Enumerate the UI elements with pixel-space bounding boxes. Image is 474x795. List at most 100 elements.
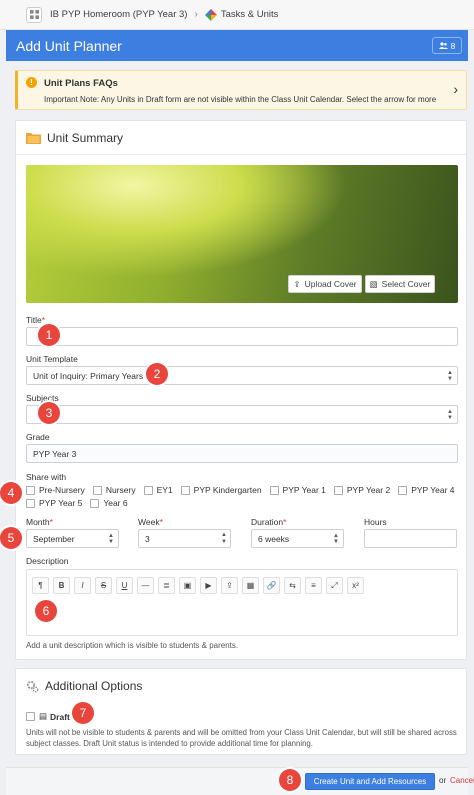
share-row-2: PYP Year 5 Year 6 (26, 498, 466, 508)
description-label: Description (26, 556, 69, 566)
unit-template-label: Unit Template (26, 354, 78, 364)
share-checkbox[interactable]: PYP Year 1 (269, 485, 326, 495)
list-icon[interactable]: ≣ (158, 577, 175, 594)
upload-icon: ⇪ (293, 278, 301, 289)
select-arrows-icon: ▲ ▼ (333, 533, 339, 545)
or-text: or (439, 776, 447, 785)
strikethrough-icon[interactable]: S (95, 577, 112, 594)
tasks-logo-icon (204, 8, 217, 21)
annotation-marker-2: 2 (146, 363, 168, 385)
share-checkbox[interactable]: EY1 (143, 485, 173, 495)
draft-icon: ▤ (39, 711, 48, 721)
table-icon[interactable]: ▦ (242, 577, 259, 594)
create-unit-button[interactable]: Create Unit and Add Resources (305, 773, 435, 790)
duration-select[interactable]: 6 weeks ▲ ▼ (251, 529, 344, 548)
share-checkbox[interactable]: PYP Year 4 (398, 485, 455, 495)
subjects-select[interactable]: ▲ ▼ (26, 405, 458, 424)
breadcrumb-section-link[interactable]: Tasks & Units (221, 9, 279, 20)
title-input[interactable] (26, 327, 458, 346)
week-label: Week* (138, 517, 163, 527)
page-title: Add Unit Planner (16, 37, 122, 54)
hours-input[interactable] (364, 529, 457, 548)
additional-options-title: Additional Options (45, 679, 143, 693)
week-stepper[interactable]: 3 ▲ ▼ (138, 529, 231, 548)
unit-template-value: Unit of Inquiry: Primary Years (33, 370, 144, 381)
users-count-button[interactable]: 8 (432, 37, 462, 54)
folder-icon (26, 132, 41, 144)
share-checkbox[interactable]: Nursery (92, 485, 136, 495)
gear-icon (26, 680, 39, 692)
upload-icon[interactable]: ⇪ (221, 577, 238, 594)
form-footer: Create Unit and Add Resources or Cancel (6, 767, 474, 795)
duration-value: 6 weeks (258, 533, 290, 544)
share-checkbox[interactable]: Year 6 (90, 498, 128, 508)
stepper-arrows-icon[interactable]: ▲ ▼ (221, 532, 227, 546)
select-cover-button[interactable]: ▧ Select Cover (365, 275, 435, 293)
annotation-marker-3: 3 (38, 402, 60, 424)
users-icon (438, 42, 448, 49)
cancel-link[interactable]: Cancel (450, 776, 474, 785)
video-icon[interactable]: ▶ (200, 577, 217, 594)
unit-summary-card: Unit Summary ⇪ Upload Cover ▧ Select Cov… (15, 120, 467, 660)
warning-icon: ! (26, 77, 37, 88)
additional-options-header: Additional Options (16, 669, 466, 703)
select-arrows-icon: ▲ ▼ (108, 533, 114, 545)
share-with-label: Share with (26, 472, 67, 482)
draft-note: Units will not be visible to students & … (26, 728, 457, 748)
paragraph-icon[interactable]: ¶ (32, 577, 49, 594)
apps-grid-icon[interactable] (26, 6, 42, 23)
annotation-marker-6: 6 (35, 600, 57, 622)
share-checkbox[interactable]: PYP Kindergarten (180, 485, 262, 495)
image-icon[interactable]: ▣ (179, 577, 196, 594)
align-icon[interactable]: ≡ (305, 577, 322, 594)
description-editor[interactable]: ¶ B I S U — ≣ ▣ ▶ ⇪ ▦ 🔗 ⇆ ≡ ⤢ x² (26, 569, 458, 636)
unit-summary-title: Unit Summary (47, 130, 124, 145)
annotation-marker-8: 8 (279, 769, 301, 791)
hours-label: Hours (364, 517, 387, 527)
description-hint: Add a unit description which is visible … (26, 641, 239, 650)
cover-image: ⇪ Upload Cover ▧ Select Cover (26, 165, 458, 303)
unit-summary-header: Unit Summary (16, 121, 466, 155)
upload-cover-button[interactable]: ⇪ Upload Cover (288, 275, 362, 293)
month-select[interactable]: September ▲ ▼ (26, 529, 119, 548)
draft-checkbox[interactable]: ▤ Draft (26, 711, 70, 722)
month-label: Month* (26, 517, 53, 527)
faq-title: Unit Plans FAQs (44, 78, 118, 89)
swap-icon[interactable]: ⇆ (284, 577, 301, 594)
chevron-right-icon: › (194, 9, 198, 20)
grade-label: Grade (26, 432, 50, 442)
editor-toolbar: ¶ B I S U — ≣ ▣ ▶ ⇪ ▦ 🔗 ⇆ ≡ ⤢ x² (32, 577, 364, 594)
month-value: September (33, 533, 75, 544)
horizontal-rule-icon[interactable]: — (137, 577, 154, 594)
draft-label: Draft (50, 711, 70, 722)
grade-field: PYP Year 3 (26, 444, 458, 463)
select-cover-label: Select Cover (381, 279, 431, 289)
duration-label: Duration* (251, 517, 287, 527)
subjects-label: Subjects (26, 393, 59, 403)
upload-cover-label: Upload Cover (304, 279, 357, 289)
select-arrows-icon: ▲ ▼ (447, 409, 453, 421)
image-icon: ▧ (369, 278, 378, 289)
unit-template-select[interactable]: Unit of Inquiry: Primary Years ▲ ▼ (26, 366, 458, 385)
chevron-right-icon[interactable]: › (453, 81, 458, 97)
clear-format-icon[interactable]: x² (347, 577, 364, 594)
users-count: 8 (450, 40, 456, 51)
annotation-marker-7: 7 (72, 702, 94, 724)
share-row-1: Pre-Nursery Nursery EY1 PYP Kindergarten… (26, 485, 466, 495)
faq-banner[interactable]: ! Unit Plans FAQs Important Note: Any Un… (15, 70, 467, 110)
underline-icon[interactable]: U (116, 577, 133, 594)
week-value: 3 (145, 533, 150, 544)
share-checkbox[interactable]: Pre-Nursery (26, 485, 85, 495)
bold-icon[interactable]: B (53, 577, 70, 594)
share-checkbox[interactable]: PYP Year 5 (26, 498, 82, 508)
faq-note: Important Note: Any Units in Draft form … (44, 95, 437, 104)
fullscreen-icon[interactable]: ⤢ (326, 577, 343, 594)
italic-icon[interactable]: I (74, 577, 91, 594)
link-icon[interactable]: 🔗 (263, 577, 280, 594)
annotation-marker-1: 1 (38, 324, 60, 346)
page-header: Add Unit Planner 8 (6, 30, 468, 61)
breadcrumb-class-link[interactable]: IB PYP Homeroom (PYP Year 3) (50, 9, 187, 20)
annotation-marker-4: 4 (0, 482, 22, 504)
select-arrows-icon: ▲ ▼ (447, 370, 453, 382)
share-checkbox[interactable]: PYP Year 2 (333, 485, 390, 495)
